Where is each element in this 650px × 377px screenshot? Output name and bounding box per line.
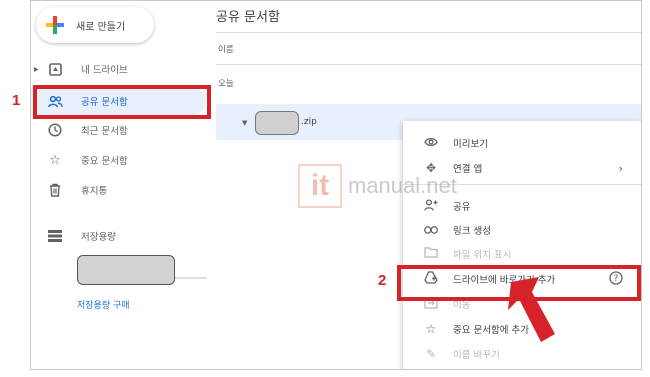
pointer-arrow-icon: [508, 277, 555, 342]
annotation-number-1: 1: [12, 92, 21, 109]
drive-window: 새로 만들기 ▶ 내 드라이브 공유 문서함 최근 문서함 ☆ 중요 문서함 휴…: [30, 0, 642, 370]
annotation-number-2: 2: [378, 272, 387, 289]
